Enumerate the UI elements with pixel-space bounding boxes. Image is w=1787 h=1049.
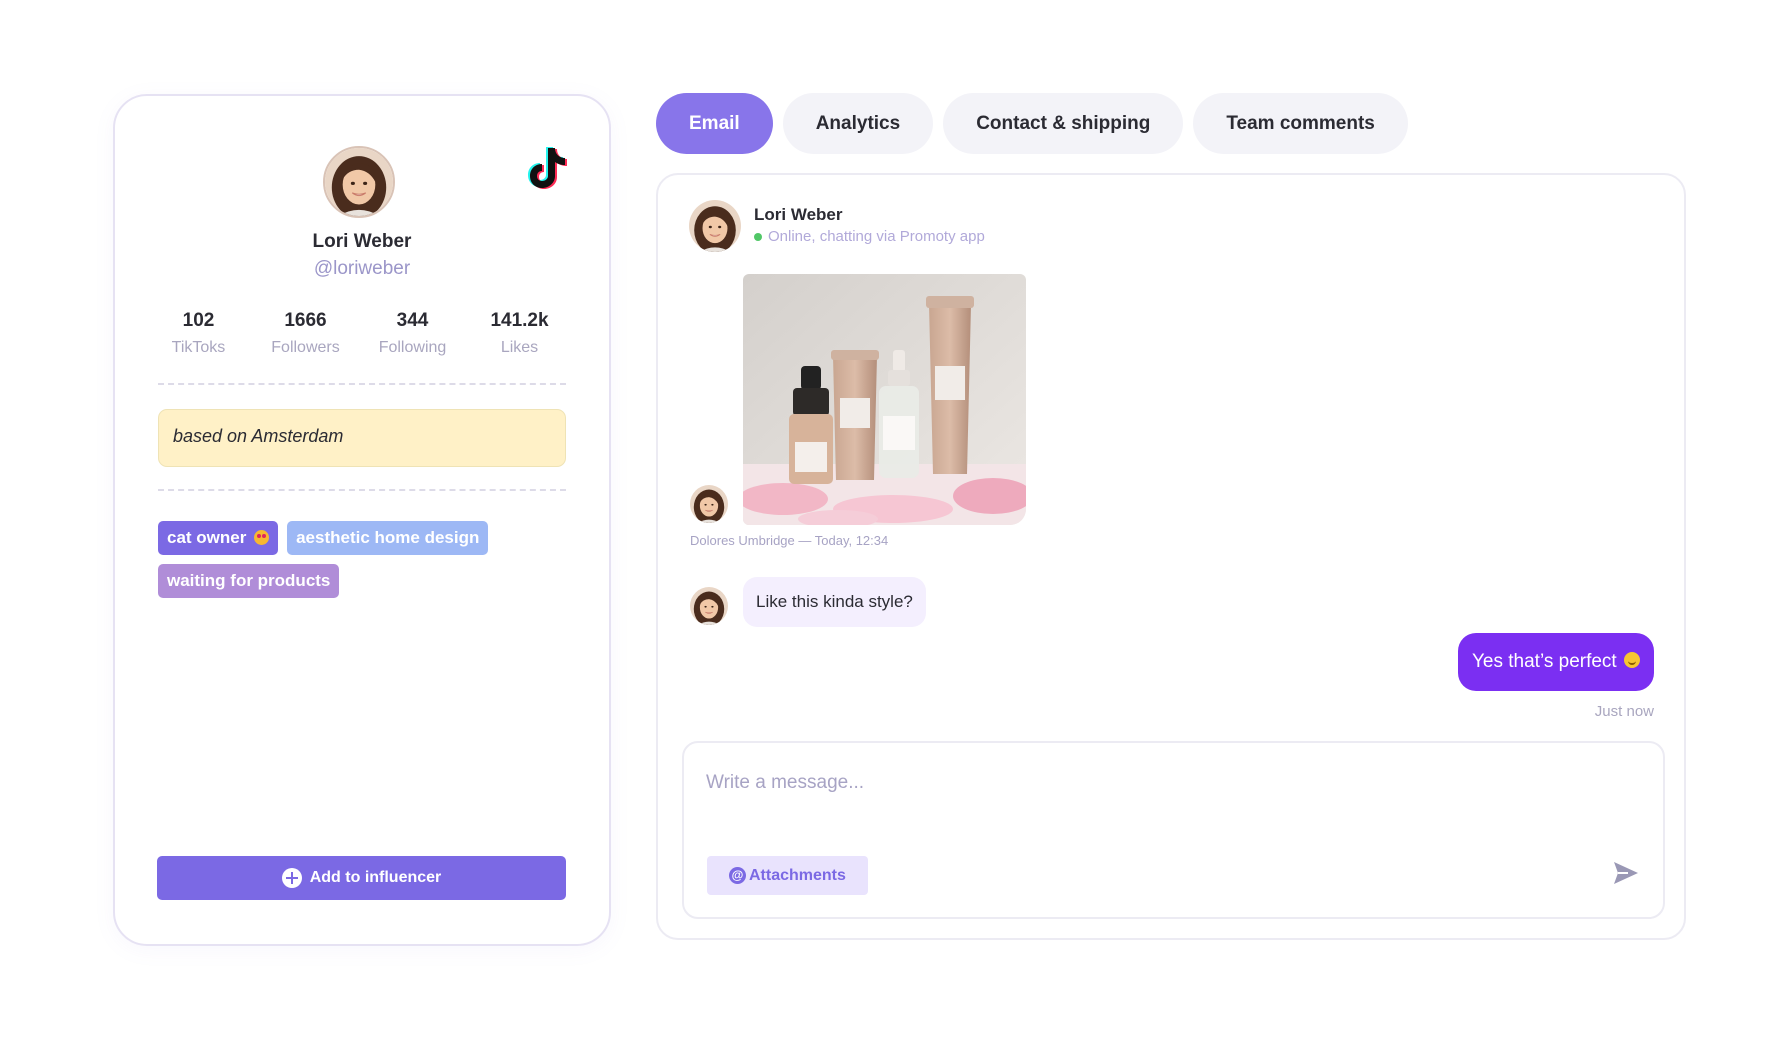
tiktok-icon xyxy=(528,147,567,189)
chat-panel: Lori Weber Online, chatting via Promoty … xyxy=(656,173,1686,940)
divider xyxy=(158,489,566,491)
message-meta: Dolores Umbridge — Today, 12:34 xyxy=(690,533,889,548)
plus-circle-icon xyxy=(281,868,302,888)
stat-label: Following xyxy=(378,339,447,356)
product-photo-message[interactable] xyxy=(743,274,1026,525)
stat-followers: 1666 Followers xyxy=(252,310,359,357)
stat-value: 141.2k xyxy=(490,310,549,331)
profile-avatar xyxy=(323,146,395,218)
profile-note[interactable]: based on Amsterdam xyxy=(158,409,566,467)
contact-avatar xyxy=(689,200,741,252)
status-text: Online, chatting via Promoty app xyxy=(768,228,985,245)
contact-status: Online, chatting via Promoty app xyxy=(754,228,985,245)
smile-emoji-icon xyxy=(1624,652,1640,668)
stat-value: 344 xyxy=(396,310,429,331)
tab-team-comments[interactable]: Team comments xyxy=(1193,93,1408,154)
profile-card: Lori Weber @loriweber 102 TikToks 1666 F… xyxy=(113,94,611,946)
incoming-message-bubble: Like this kinda style? xyxy=(743,577,926,627)
stat-value: 1666 xyxy=(284,310,327,331)
stat-label: Followers xyxy=(271,339,340,356)
outgoing-message-text: Yes that’s perfect xyxy=(1472,651,1617,672)
send-icon[interactable] xyxy=(1611,858,1641,888)
tab-bar: Email Analytics Contact & shipping Team … xyxy=(656,93,1408,154)
contact-name: Lori Weber xyxy=(754,205,843,224)
stat-label: TikToks xyxy=(171,339,226,356)
profile-name: Lori Weber xyxy=(312,231,412,252)
add-to-influencer-button[interactable]: Add to influencer xyxy=(157,856,566,900)
tag-label: aesthetic home design xyxy=(296,528,480,547)
outgoing-message-bubble: Yes that’s perfect xyxy=(1458,633,1654,691)
profile-stats: 102 TikToks 1666 Followers 344 Following… xyxy=(145,310,573,357)
tag-label: cat owner xyxy=(167,528,247,547)
tag-list: cat owner aesthetic home design waiting … xyxy=(158,521,566,598)
message-avatar xyxy=(690,485,728,523)
tag-label: waiting for products xyxy=(167,571,331,590)
at-icon: @ xyxy=(729,867,746,884)
stat-tiktoks: 102 TikToks xyxy=(145,310,252,357)
online-status-icon xyxy=(754,232,762,241)
tag-waiting-for-products[interactable]: waiting for products xyxy=(158,564,340,598)
heart-eyes-emoji-icon xyxy=(254,530,270,545)
tab-contact-shipping[interactable]: Contact & shipping xyxy=(943,93,1184,154)
message-avatar xyxy=(690,587,728,625)
tag-aesthetic-home-design[interactable]: aesthetic home design xyxy=(287,521,489,555)
stat-label: Likes xyxy=(500,339,539,356)
message-composer: @ Attachments xyxy=(682,741,1665,919)
stat-following: 344 Following xyxy=(359,310,466,357)
add-button-label: Add to influencer xyxy=(309,869,442,886)
attachments-label: Attachments xyxy=(749,866,846,884)
tab-analytics[interactable]: Analytics xyxy=(782,93,934,154)
stat-value: 102 xyxy=(182,310,215,331)
stat-likes: 141.2k Likes xyxy=(466,310,573,357)
attachments-button[interactable]: @ Attachments xyxy=(707,856,868,895)
message-input[interactable] xyxy=(706,765,1606,801)
tab-email[interactable]: Email xyxy=(656,93,773,154)
tag-cat-owner[interactable]: cat owner xyxy=(158,521,279,555)
profile-handle: @loriweber xyxy=(313,258,411,279)
outgoing-message-time: Just now xyxy=(1594,703,1654,720)
divider xyxy=(158,383,566,385)
